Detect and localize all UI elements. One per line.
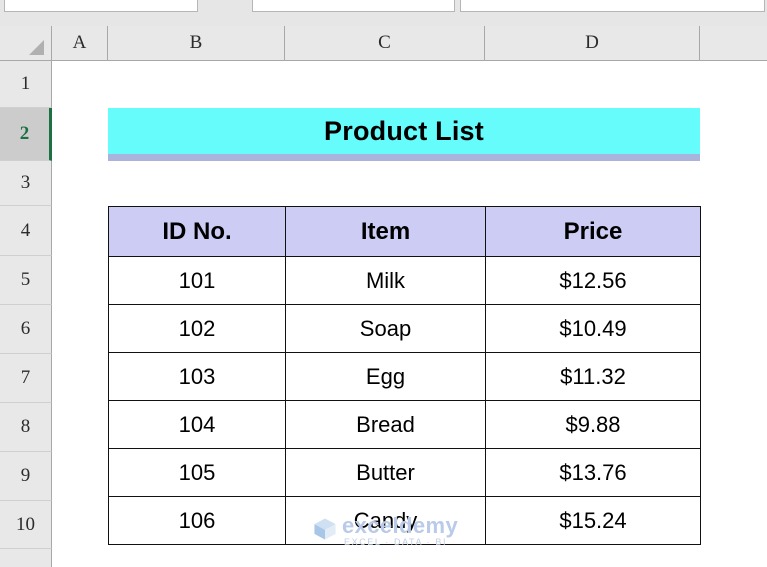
cell-id[interactable]: 101 bbox=[108, 256, 286, 305]
title-text: Product List bbox=[324, 115, 484, 146]
table-header-id[interactable]: ID No. bbox=[108, 206, 286, 257]
column-header-c[interactable]: C bbox=[285, 26, 485, 60]
cell-price[interactable]: $12.56 bbox=[485, 256, 701, 305]
row-header-9[interactable]: 9 bbox=[0, 452, 52, 501]
product-table: ID No. Item Price 101 Milk $12.56 102 So… bbox=[108, 206, 701, 545]
row-header-4[interactable]: 4 bbox=[0, 206, 52, 256]
cell-price[interactable]: $11.32 bbox=[485, 352, 701, 401]
ribbon-strip bbox=[0, 0, 767, 26]
table-header-item[interactable]: Item bbox=[285, 206, 486, 257]
cell-price[interactable]: $13.76 bbox=[485, 448, 701, 497]
cell-id[interactable]: 102 bbox=[108, 304, 286, 353]
cell-item[interactable]: Milk bbox=[285, 256, 486, 305]
cell-item[interactable]: Butter bbox=[285, 448, 486, 497]
row-header-10[interactable]: 10 bbox=[0, 501, 52, 549]
table-row: 101 Milk $12.56 bbox=[108, 256, 701, 305]
table-row: 102 Soap $10.49 bbox=[108, 304, 701, 353]
table-header-price[interactable]: Price bbox=[485, 206, 701, 257]
cell-item[interactable]: Candy bbox=[285, 496, 486, 545]
select-all-button[interactable] bbox=[0, 26, 52, 60]
cell-item[interactable]: Bread bbox=[285, 400, 486, 449]
ribbon-control-1[interactable] bbox=[4, 0, 198, 12]
row-header-6[interactable]: 6 bbox=[0, 305, 52, 354]
table-row: 103 Egg $11.32 bbox=[108, 352, 701, 401]
cell-id[interactable]: 104 bbox=[108, 400, 286, 449]
column-header-band: A B C D bbox=[0, 26, 767, 61]
column-header-e[interactable] bbox=[700, 26, 767, 60]
row-header-2[interactable]: 2 bbox=[0, 108, 52, 161]
row-header-3[interactable]: 3 bbox=[0, 161, 52, 206]
spreadsheet-window: A B C D 1 2 3 4 5 6 7 8 9 10 Product Lis… bbox=[0, 0, 767, 567]
title-cell[interactable]: Product List bbox=[108, 108, 700, 161]
cell-item[interactable]: Egg bbox=[285, 352, 486, 401]
ribbon-control-2[interactable] bbox=[252, 0, 455, 12]
row-header-11[interactable] bbox=[0, 549, 52, 567]
table-row: 105 Butter $13.76 bbox=[108, 448, 701, 497]
cell-price[interactable]: $10.49 bbox=[485, 304, 701, 353]
cell-price[interactable]: $15.24 bbox=[485, 496, 701, 545]
row-header-8[interactable]: 8 bbox=[0, 403, 52, 452]
column-header-b[interactable]: B bbox=[108, 26, 285, 60]
column-header-d[interactable]: D bbox=[485, 26, 700, 60]
ribbon-control-3[interactable] bbox=[460, 0, 765, 12]
cell-id[interactable]: 106 bbox=[108, 496, 286, 545]
table-row: 104 Bread $9.88 bbox=[108, 400, 701, 449]
table-header-row: ID No. Item Price bbox=[108, 206, 701, 257]
row-header-5[interactable]: 5 bbox=[0, 256, 52, 305]
row-header-7[interactable]: 7 bbox=[0, 354, 52, 403]
cell-id[interactable]: 105 bbox=[108, 448, 286, 497]
row-header-1[interactable]: 1 bbox=[0, 61, 52, 108]
cell-price[interactable]: $9.88 bbox=[485, 400, 701, 449]
select-all-triangle-icon bbox=[29, 40, 44, 55]
table-row: 106 Candy $15.24 bbox=[108, 496, 701, 545]
column-header-a[interactable]: A bbox=[52, 26, 108, 60]
cell-id[interactable]: 103 bbox=[108, 352, 286, 401]
cell-item[interactable]: Soap bbox=[285, 304, 486, 353]
